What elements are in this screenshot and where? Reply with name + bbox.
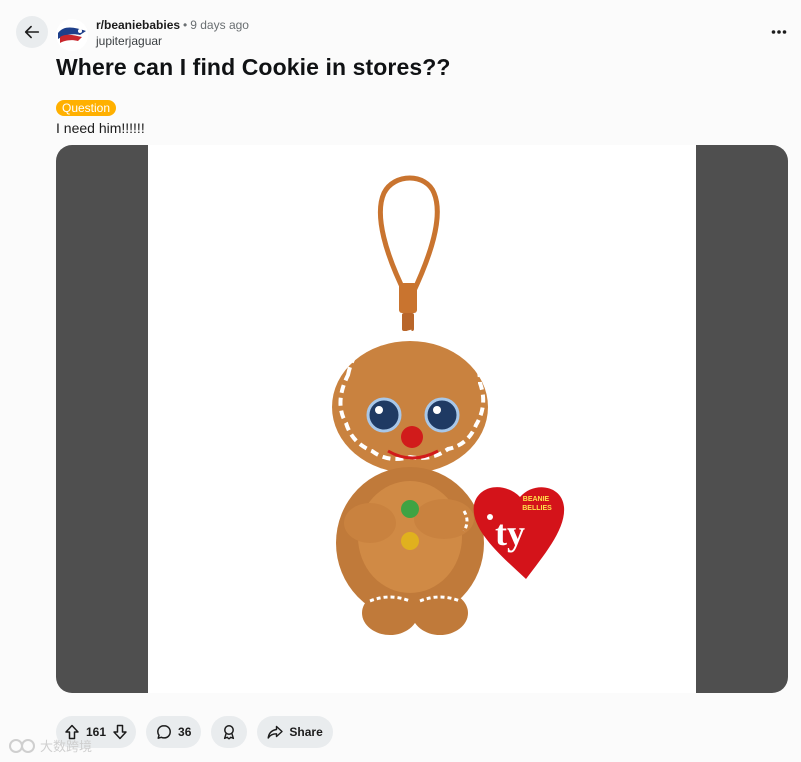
post-actions: 161 36 Share [56,716,333,748]
tag-label-line2: BELLIES [522,505,552,512]
comments-button[interactable]: 36 [146,716,202,748]
share-label: Share [289,725,323,739]
post-title[interactable]: Where can I find Cookie in stores?? [56,54,451,81]
tag-logo: ty [495,513,525,553]
back-arrow-icon [24,25,40,39]
post-meta: r/beaniebabies • 9 days ago jupiterjaguar [96,17,249,49]
meta-separator: • [183,18,188,32]
tag-label-line1: BEANIE [523,496,550,503]
subreddit-icon [56,19,88,51]
more-horizontal-icon [771,30,787,34]
post-body: I need him!!!!!! [56,120,145,136]
award-button[interactable] [211,716,248,748]
more-options-button[interactable] [767,18,791,46]
comment-bubble-icon [157,725,171,739]
post-author[interactable]: jupiterjaguar [96,33,249,49]
watermark-text: 大数跨境 [40,739,93,754]
post-age: 9 days ago [190,18,249,32]
comment-count: 36 [178,725,192,739]
share-arrow-icon [267,725,284,739]
downvote-arrow-icon [113,724,127,740]
post-flair[interactable]: Question [56,100,117,116]
subreddit-avatar[interactable] [56,19,88,51]
post-media[interactable]: BEANIE BELLIES ty [56,145,788,693]
product-photo: BEANIE BELLIES ty [148,145,696,693]
share-button[interactable]: Share [257,716,333,748]
award-icon [224,725,235,740]
watermark: 大数跨境 [8,736,92,755]
gingerbread-plush-image: BEANIE BELLIES ty [332,175,565,635]
subreddit-name[interactable]: r/beaniebabies [96,18,180,32]
back-button[interactable] [16,16,48,48]
downvote-button[interactable] [110,722,130,742]
watermark-logo-icon [9,738,35,753]
